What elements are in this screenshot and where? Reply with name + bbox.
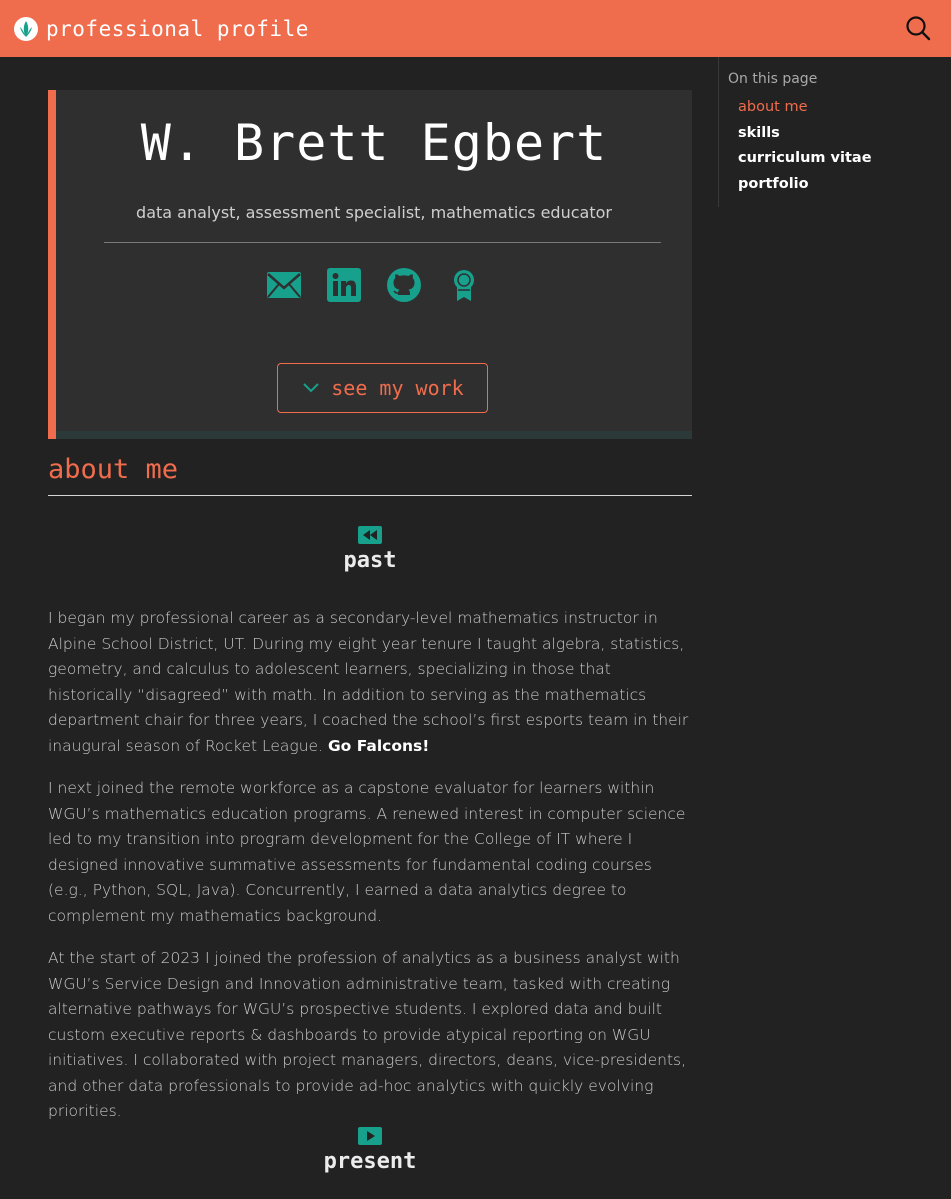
toc-sidebar: On this page about me skills curriculum …: [718, 57, 951, 207]
award-badge-icon[interactable]: [446, 267, 482, 303]
section-title-about: about me: [48, 454, 179, 485]
about-paragraph-text: I began my professional career as a seco…: [48, 609, 689, 755]
chevron-down-icon: [303, 383, 319, 393]
emphasis-text: Go Falcons!: [327, 736, 430, 755]
present-heading-block: present: [48, 1127, 692, 1174]
hero-bottom-border: [56, 431, 692, 439]
toc-label: On this page: [728, 71, 818, 87]
navbar: professional profile: [0, 0, 951, 57]
rewind-icon: [358, 526, 382, 544]
search-icon[interactable]: [905, 15, 931, 41]
main-content: W. Brett Egbert data analyst, assessment…: [48, 90, 692, 1174]
past-heading: past: [343, 548, 397, 573]
toc-item-skills[interactable]: skills: [738, 121, 951, 147]
about-paragraph: I next joined the remote workforce as a …: [48, 779, 686, 925]
email-icon[interactable]: [266, 267, 302, 303]
hero-subtitle: data analyst, assessment specialist, mat…: [136, 203, 612, 222]
about-paragraph: At the start of 2023 I joined the profes…: [48, 949, 687, 1120]
hero-divider: [104, 242, 661, 243]
section-divider: [48, 495, 692, 496]
site-title[interactable]: professional profile: [46, 17, 309, 41]
toc-item-curriculum-vitae[interactable]: curriculum vitae: [738, 146, 951, 172]
present-heading: present: [323, 1149, 417, 1174]
past-heading-block: past: [48, 526, 692, 573]
page-title: W. Brett Egbert: [140, 114, 608, 172]
toc-item-portfolio[interactable]: portfolio: [738, 172, 951, 198]
hero-card: W. Brett Egbert data analyst, assessment…: [48, 90, 692, 439]
social-links: [56, 267, 692, 303]
toc-item-about-me[interactable]: about me: [738, 95, 951, 121]
see-my-work-button[interactable]: see my work: [277, 363, 488, 413]
play-icon: [358, 1127, 382, 1145]
about-paragraph: I began my professional career as a seco…: [48, 606, 692, 759]
site-logo-icon[interactable]: [14, 16, 38, 41]
linkedin-icon[interactable]: [326, 267, 362, 303]
github-icon[interactable]: [386, 267, 422, 303]
see-my-work-label: see my work: [331, 376, 464, 400]
